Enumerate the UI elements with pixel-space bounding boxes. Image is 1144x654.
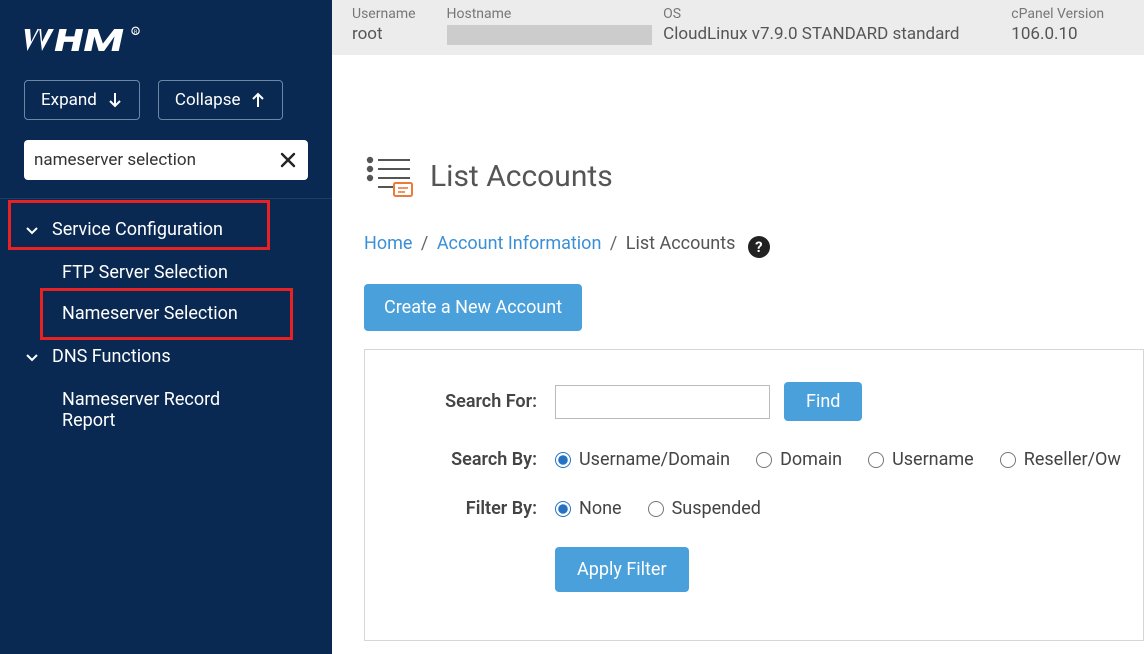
close-icon[interactable] bbox=[276, 148, 300, 172]
search-for-label: Search For: bbox=[365, 391, 555, 412]
create-account-button[interactable]: Create a New Account bbox=[364, 284, 582, 331]
radio-input[interactable] bbox=[756, 452, 772, 468]
radio-label: Reseller/Ow bbox=[1024, 449, 1121, 470]
nav-group-label: DNS Functions bbox=[52, 346, 171, 367]
help-icon[interactable]: ? bbox=[748, 236, 770, 258]
nav-group-label: Service Configuration bbox=[52, 219, 223, 240]
nav-item-nameserver-record-report[interactable]: Nameserver Record Report bbox=[0, 379, 260, 441]
main: Username root Hostname OS CloudLinux v7.… bbox=[332, 0, 1144, 654]
arrow-down-icon bbox=[107, 91, 123, 109]
radio-username-domain[interactable]: Username/Domain bbox=[555, 449, 730, 470]
apply-filter-button[interactable]: Apply Filter bbox=[555, 547, 689, 592]
collapse-label: Collapse bbox=[175, 90, 241, 110]
page-title: List Accounts bbox=[430, 159, 613, 194]
nav-item-ftp-server-selection[interactable]: FTP Server Selection bbox=[0, 252, 332, 293]
username-value: root bbox=[352, 24, 437, 44]
expand-label: Expand bbox=[41, 90, 97, 110]
version-label: cPanel Version bbox=[1011, 6, 1124, 22]
nav-item-label: Nameserver Selection bbox=[62, 303, 238, 324]
breadcrumb-home[interactable]: Home bbox=[364, 233, 412, 254]
radio-label: None bbox=[579, 498, 622, 519]
filter-by-label: Filter By: bbox=[365, 498, 555, 519]
hostname-label: Hostname bbox=[447, 6, 654, 22]
username-label: Username bbox=[352, 6, 437, 22]
whm-logo: R bbox=[0, 0, 332, 74]
search-for-input[interactable] bbox=[555, 385, 770, 419]
nav-tree: Service Configuration FTP Server Selecti… bbox=[0, 199, 332, 441]
breadcrumb-separator: / bbox=[606, 233, 621, 254]
radio-label: Username bbox=[892, 449, 974, 470]
radio-label: Username/Domain bbox=[579, 449, 730, 470]
radio-input[interactable] bbox=[868, 452, 884, 468]
chevron-down-icon bbox=[24, 222, 40, 238]
nav-group-service-configuration[interactable]: Service Configuration bbox=[0, 207, 332, 252]
hostname-value-redacted bbox=[447, 25, 652, 45]
sidebar-search bbox=[24, 140, 308, 180]
radio-label: Domain bbox=[780, 449, 842, 470]
radio-input[interactable] bbox=[1000, 452, 1016, 468]
sidebar: R Expand Collapse Service Configuration bbox=[0, 0, 332, 654]
radio-label: Suspended bbox=[672, 498, 761, 519]
os-value: CloudLinux v7.9.0 STANDARD standard bbox=[663, 24, 1001, 44]
expand-button[interactable]: Expand bbox=[24, 80, 140, 120]
sidebar-search-input[interactable] bbox=[24, 140, 308, 180]
find-button[interactable]: Find bbox=[784, 382, 862, 421]
radio-filter-suspended[interactable]: Suspended bbox=[648, 498, 761, 519]
radio-input[interactable] bbox=[648, 501, 664, 517]
radio-domain[interactable]: Domain bbox=[756, 449, 842, 470]
version-value: 106.0.10 bbox=[1011, 24, 1124, 44]
collapse-button[interactable]: Collapse bbox=[158, 80, 284, 120]
os-label: OS bbox=[663, 6, 1001, 22]
nav-item-label: FTP Server Selection bbox=[62, 262, 228, 283]
breadcrumb-current: List Accounts bbox=[626, 233, 736, 254]
nav-group-dns-functions[interactable]: DNS Functions bbox=[0, 334, 332, 379]
search-panel: Search For: Find Search By: Username/Dom… bbox=[364, 349, 1144, 641]
breadcrumb-section[interactable]: Account Information bbox=[437, 233, 602, 254]
nav-item-label: Nameserver Record Report bbox=[62, 389, 220, 431]
nav-item-nameserver-selection[interactable]: Nameserver Selection bbox=[0, 293, 332, 334]
search-by-label: Search By: bbox=[365, 449, 555, 470]
radio-input[interactable] bbox=[555, 452, 571, 468]
chevron-down-icon bbox=[24, 349, 40, 365]
arrow-up-icon bbox=[250, 91, 266, 109]
radio-username[interactable]: Username bbox=[868, 449, 974, 470]
list-accounts-icon bbox=[364, 155, 414, 197]
radio-filter-none[interactable]: None bbox=[555, 498, 622, 519]
breadcrumb-separator: / bbox=[417, 233, 432, 254]
radio-reseller[interactable]: Reseller/Ow bbox=[1000, 449, 1121, 470]
breadcrumb: Home / Account Information / List Accoun… bbox=[364, 197, 1144, 258]
server-info-bar: Username root Hostname OS CloudLinux v7.… bbox=[332, 0, 1144, 55]
radio-input[interactable] bbox=[555, 501, 571, 517]
